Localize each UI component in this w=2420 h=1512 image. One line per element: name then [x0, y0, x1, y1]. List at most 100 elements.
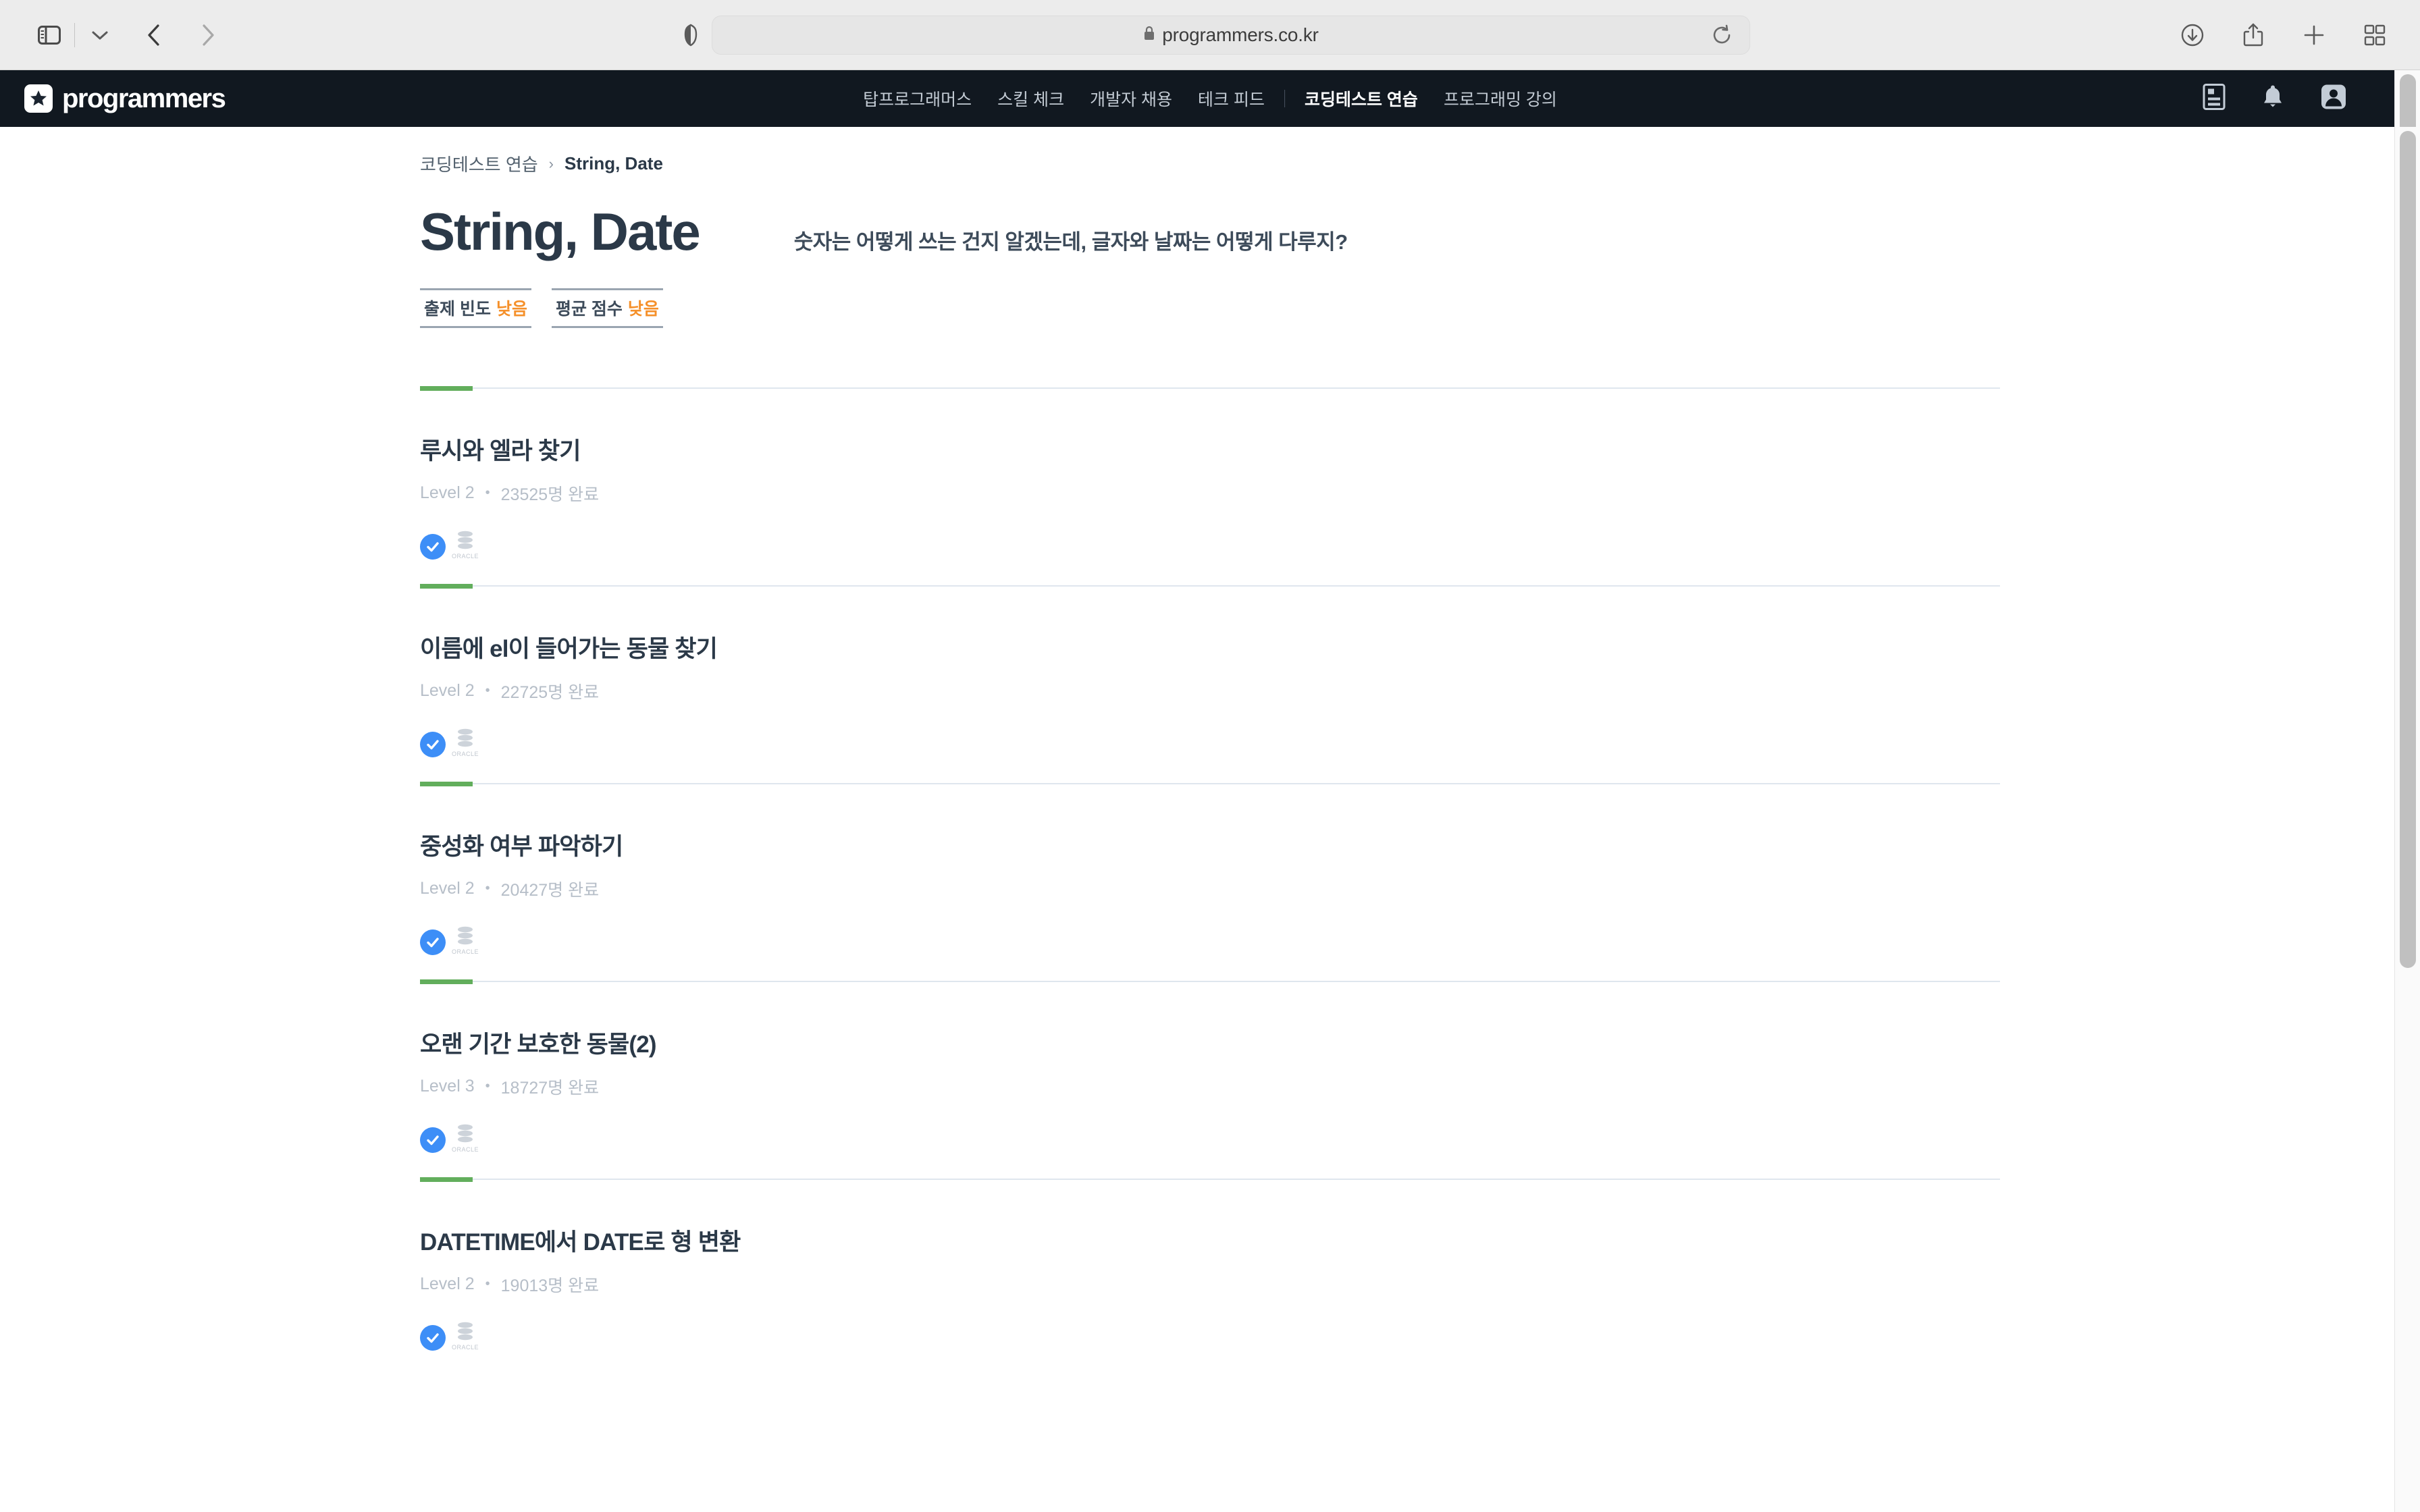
- problem-list-item[interactable]: 오랜 기간 보호한 동물(2) Level 3 • 18727명 완료 ORAC…: [420, 979, 2000, 1179]
- problem-divider: [420, 1177, 2000, 1182]
- url-content: programmers.co.kr: [1143, 24, 1319, 46]
- profile-avatar-icon[interactable]: [2320, 84, 2347, 114]
- lock-icon: [1143, 25, 1155, 45]
- check-circle-icon: [420, 533, 446, 560]
- bell-icon[interactable]: [2261, 84, 2285, 114]
- badge-average-score: 평균 점수 낮음: [551, 288, 663, 328]
- problem-level: Level 2: [420, 879, 475, 898]
- problem-meta: Level 2 • 20427명 완료: [420, 877, 2000, 901]
- oracle-database-icon: ORACLE: [450, 1123, 481, 1153]
- problem-divider: [420, 979, 2000, 984]
- problem-meta: Level 2 • 22725명 완료: [420, 679, 2000, 703]
- header-icon-group: [2203, 84, 2347, 114]
- problem-title[interactable]: 중성화 여부 파악하기: [420, 828, 2000, 862]
- page-body: 코딩테스트 연습 › String, Date String, Date 출제 …: [0, 127, 2420, 1512]
- problem-title[interactable]: 루시와 엘라 찾기: [420, 432, 2000, 466]
- check-circle-icon: [420, 1324, 446, 1351]
- problem-level: Level 3: [420, 1077, 475, 1096]
- problem-list-item[interactable]: DATETIME에서 DATE로 형 변환 Level 2 • 19013명 완…: [420, 1177, 2000, 1376]
- sidebar-toggle-icon[interactable]: [28, 14, 70, 56]
- problem-level: Level 2: [420, 1274, 475, 1294]
- oracle-label: ORACLE: [451, 1145, 479, 1153]
- problem-meta: Level 2 • 19013명 완료: [420, 1272, 2000, 1297]
- url-input[interactable]: programmers.co.kr: [712, 15, 1750, 55]
- nav-item-programming-courses[interactable]: 프로그래밍 강의: [1431, 86, 1570, 111]
- badge-frequency: 출제 빈도 낮음: [420, 288, 531, 328]
- toolbar-right-group: [2172, 14, 2396, 56]
- chevron-down-icon[interactable]: [79, 14, 121, 56]
- problem-meta: Level 3 • 18727명 완료: [420, 1075, 2000, 1099]
- problem-completed-count: 20427명 완료: [500, 880, 600, 900]
- nav-item-coding-test-practice[interactable]: 코딩테스트 연습: [1292, 86, 1431, 111]
- problem-icon-group: ORACLE: [420, 1314, 2000, 1351]
- breadcrumb: 코딩테스트 연습 › String, Date: [420, 151, 2000, 176]
- privacy-shield-icon[interactable]: [670, 14, 712, 56]
- site-header: programmers 탑프로그래머스 스킬 체크 개발자 채용 테크 피드 코…: [0, 70, 2420, 127]
- meta-dot: •: [485, 1079, 490, 1094]
- check-circle-icon: [420, 1127, 446, 1153]
- problem-completed-count: 19013명 완료: [500, 1276, 600, 1295]
- problem-list-item[interactable]: 이름에 el이 들어가는 동물 찾기 Level 2 • 22725명 완료 O…: [420, 583, 2000, 783]
- oracle-database-icon: ORACLE: [450, 530, 481, 560]
- url-text: programmers.co.kr: [1162, 24, 1319, 45]
- badge-frequency-value: 낮음: [496, 299, 527, 319]
- meta-dot: •: [485, 485, 490, 501]
- badge-frequency-label: 출제 빈도: [424, 299, 491, 319]
- problem-icon-group: ORACLE: [420, 919, 2000, 955]
- problem-title[interactable]: DATETIME에서 DATE로 형 변환: [420, 1223, 2000, 1258]
- badge-average-score-label: 평균 점수: [555, 299, 623, 319]
- page-header-row: String, Date 출제 빈도 낮음 평균 점수 낮음 숫자는 어떻게 쓰는 …: [420, 202, 2000, 328]
- toolbar-divider: [74, 22, 75, 47]
- stat-badges: 출제 빈도 낮음 평균 점수 낮음: [420, 288, 700, 328]
- scrollbar-thumb-top[interactable]: [2400, 74, 2416, 127]
- oracle-label: ORACLE: [451, 750, 479, 757]
- share-icon[interactable]: [2232, 14, 2274, 56]
- problem-icon-group: ORACLE: [420, 1116, 2000, 1153]
- problem-divider: [420, 385, 2000, 391]
- programmers-logo[interactable]: programmers: [24, 83, 226, 114]
- downloads-icon[interactable]: [2172, 14, 2213, 56]
- problem-completed-count: 22725명 완료: [500, 682, 600, 702]
- oracle-label: ORACLE: [451, 1343, 479, 1351]
- badge-average-score-value: 낮음: [627, 299, 659, 319]
- plus-icon[interactable]: [2293, 14, 2335, 56]
- problem-list-item[interactable]: 루시와 엘라 찾기 Level 2 • 23525명 완료 ORACLE: [420, 385, 2000, 585]
- forward-arrow-icon: [187, 14, 229, 56]
- page-scrollbar[interactable]: [2394, 127, 2420, 1512]
- breadcrumb-current: String, Date: [564, 153, 663, 173]
- toolbar-left-group: [28, 14, 229, 56]
- nav-item-tech-feed[interactable]: 테크 피드: [1185, 86, 1278, 111]
- nav-item-skill-check[interactable]: 스킬 체크: [984, 86, 1077, 111]
- problem-completed-count: 23525명 완료: [500, 485, 600, 504]
- nav-item-developer-jobs[interactable]: 개발자 채용: [1077, 86, 1185, 111]
- oracle-database-icon: ORACLE: [450, 925, 481, 955]
- check-circle-icon: [420, 929, 446, 955]
- back-arrow-icon[interactable]: [133, 14, 175, 56]
- problem-list-item[interactable]: 중성화 여부 파악하기 Level 2 • 20427명 완료 ORACLE: [420, 781, 2000, 981]
- problem-icon-group: ORACLE: [420, 721, 2000, 757]
- meta-dot: •: [485, 881, 490, 896]
- meta-dot: •: [485, 1276, 490, 1292]
- problem-divider: [420, 781, 2000, 786]
- problem-title[interactable]: 이름에 el이 들어가는 동물 찾기: [420, 630, 2000, 664]
- problem-icon-group: ORACLE: [420, 523, 2000, 560]
- breadcrumb-parent[interactable]: 코딩테스트 연습: [420, 151, 538, 176]
- browser-toolbar: programmers.co.kr: [0, 0, 2420, 70]
- tab-overview-icon[interactable]: [2354, 14, 2396, 56]
- nav-divider: [1284, 90, 1285, 107]
- scrollbar-thumb[interactable]: [2400, 131, 2416, 968]
- oracle-label: ORACLE: [451, 948, 479, 955]
- problem-list: 루시와 엘라 찾기 Level 2 • 23525명 완료 ORACLE 이름에…: [420, 385, 2000, 1376]
- nav-item-top-programmers[interactable]: 탑프로그래머스: [850, 86, 984, 111]
- problem-meta: Level 2 • 23525명 완료: [420, 481, 2000, 506]
- main-nav: 탑프로그래머스 스킬 체크 개발자 채용 테크 피드 코딩테스트 연습 프로그래…: [850, 86, 1570, 111]
- meta-dot: •: [485, 683, 490, 699]
- oracle-database-icon: ORACLE: [450, 1321, 481, 1351]
- check-circle-icon: [420, 731, 446, 757]
- reload-icon[interactable]: [1708, 20, 1737, 50]
- oracle-database-icon: ORACLE: [450, 728, 481, 757]
- problem-title[interactable]: 오랜 기간 보호한 동물(2): [420, 1025, 2000, 1060]
- logo-text: programmers: [62, 83, 226, 113]
- oracle-label: ORACLE: [451, 552, 479, 560]
- resume-icon[interactable]: [2203, 84, 2226, 114]
